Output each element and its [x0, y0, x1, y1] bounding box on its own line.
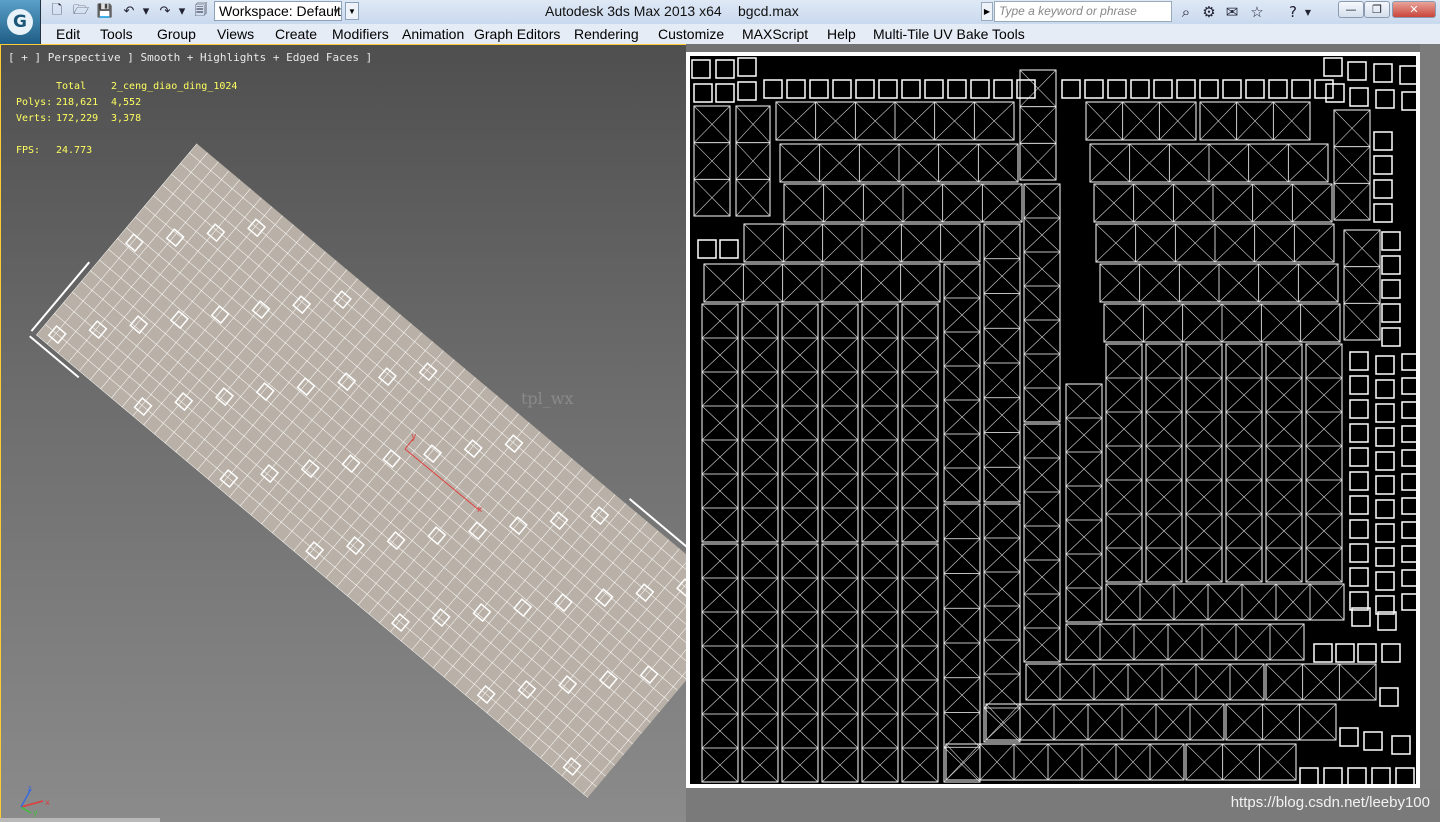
uv-layout-preview[interactable]	[686, 52, 1420, 788]
mesh-wire-grid	[36, 143, 686, 798]
menu-edit[interactable]: Edit	[56, 26, 80, 42]
undo-icon[interactable]: ↶	[119, 2, 139, 21]
subscription-icon[interactable]: ⚙	[1199, 2, 1219, 22]
search-expand-icon[interactable]: ▶	[981, 2, 993, 21]
menu-bar: Edit Tools Group Views Create Modifiers …	[40, 24, 1440, 45]
help-icon[interactable]: ?	[1283, 2, 1303, 22]
uv-layout-canvas[interactable]	[690, 56, 1416, 784]
menu-graph-editors[interactable]: Graph Editors	[474, 26, 560, 42]
stats-fps-value: 24.773	[56, 145, 93, 156]
help-dropdown-icon[interactable]: ▼	[1302, 2, 1314, 22]
new-file-icon[interactable]: 🗋	[47, 2, 67, 21]
axis-tripod-icon: z x y	[20, 784, 50, 817]
search-placeholder: Type a keyword or phrase	[999, 4, 1137, 18]
redo-dropdown-icon[interactable]: ▾	[176, 2, 188, 21]
stats-total-header: Total	[56, 81, 87, 92]
quick-access-customize-icon[interactable]: ▼	[345, 2, 359, 20]
stats-polys-total: 218,621	[56, 97, 99, 108]
gizmo-x-label: x	[477, 505, 483, 515]
axis-x-label: x	[45, 798, 50, 807]
project-folder-icon[interactable]: 🗐	[191, 2, 211, 21]
menu-maxscript[interactable]: MAXScript	[742, 26, 808, 42]
minimize-button[interactable]: —	[1338, 1, 1364, 18]
viewport-background	[686, 44, 1440, 52]
favorites-star-icon[interactable]: ☆	[1247, 2, 1267, 22]
perspective-viewport[interactable]: y x [ + ] Perspective ] Smooth + Highlig…	[0, 44, 686, 822]
stats-verts-total: 172,229	[56, 113, 99, 124]
menu-rendering[interactable]: Rendering	[574, 26, 639, 42]
menu-tools[interactable]: Tools	[100, 26, 133, 42]
stats-polys-object: 4,552	[111, 97, 142, 108]
menu-views[interactable]: Views	[217, 26, 254, 42]
menu-multi-tile-uv-bake-tools[interactable]: Multi-Tile UV Bake Tools	[873, 26, 1025, 42]
gizmo-y-label: y	[411, 432, 417, 442]
menu-modifiers[interactable]: Modifiers	[332, 26, 389, 42]
undo-dropdown-icon[interactable]: ▾	[140, 2, 152, 21]
menu-create[interactable]: Create	[275, 26, 317, 42]
menu-group[interactable]: Group	[157, 26, 196, 42]
axis-z-label: z	[27, 784, 32, 793]
source-watermark: https://blog.csdn.net/leeby100	[1230, 794, 1430, 811]
close-button[interactable]: ✕	[1392, 1, 1436, 18]
menu-animation[interactable]: Animation	[402, 26, 464, 42]
ceiling-mesh[interactable]: y x	[1, 45, 686, 822]
overlay-watermark-text: tpl_wx	[521, 389, 574, 408]
chevron-down-icon[interactable]: ▼	[330, 2, 342, 20]
stats-object-header: 2_ceng_diao_ding_1024	[111, 81, 238, 92]
binoculars-icon[interactable]: ⌕	[1176, 2, 1196, 22]
stats-verts-object: 3,378	[111, 113, 142, 124]
uv-background	[690, 56, 1416, 784]
save-icon[interactable]: 💾	[95, 2, 115, 21]
open-folder-icon[interactable]: 🗁	[71, 2, 91, 21]
stats-verts-label: Verts:	[16, 113, 53, 124]
workspace-dropdown[interactable]: Workspace: Default	[214, 1, 342, 21]
menu-customize[interactable]: Customize	[658, 26, 724, 42]
communication-icon[interactable]: ✉	[1222, 2, 1242, 22]
axis-y-label: y	[33, 808, 38, 817]
application-menu-button[interactable]: G	[0, 0, 41, 44]
stats-polys-label: Polys:	[16, 97, 53, 108]
viewport-background-right	[1420, 44, 1440, 788]
status-bar	[0, 818, 160, 822]
stats-fps-label: FPS:	[16, 145, 41, 156]
menu-help[interactable]: Help	[827, 26, 856, 42]
search-input[interactable]: Type a keyword or phrase	[994, 1, 1172, 22]
viewport-label-menu[interactable]: [ + ] Perspective ] Smooth + Highlights …	[8, 51, 372, 64]
3dsmax-logo-icon: G	[7, 9, 33, 35]
redo-icon[interactable]: ↷	[155, 2, 175, 21]
file-name: bgcd.max	[738, 3, 799, 19]
restore-button[interactable]: ❐	[1364, 1, 1390, 18]
app-title: Autodesk 3ds Max 2013 x64	[545, 3, 722, 19]
